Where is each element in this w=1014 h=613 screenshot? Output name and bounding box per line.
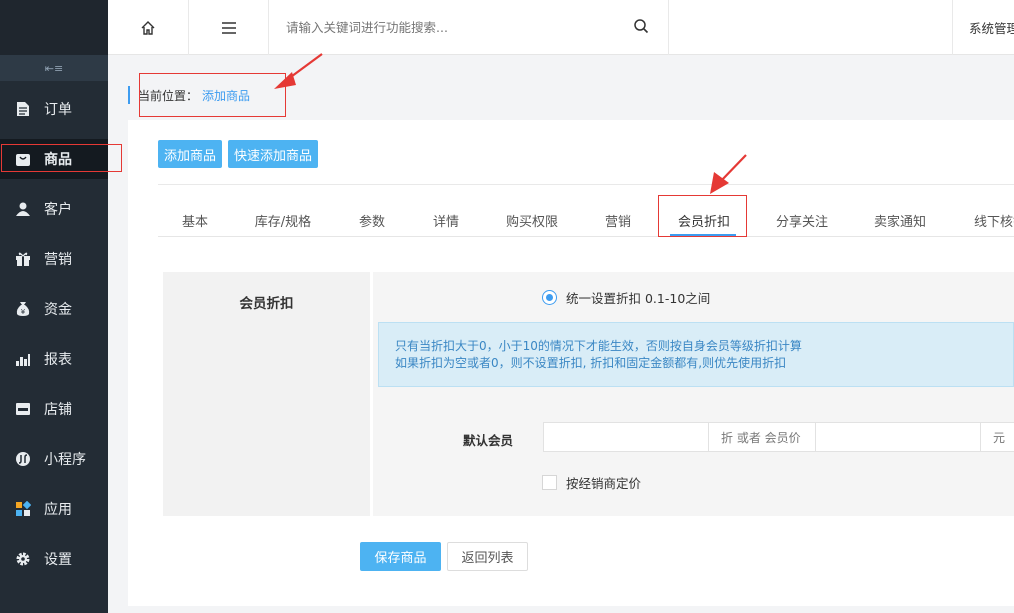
tab-basic[interactable]: 基本 [158, 204, 232, 237]
apps-icon [14, 500, 32, 518]
tab-share-follow[interactable]: 分享关注 [762, 204, 842, 237]
home-button[interactable] [108, 0, 189, 55]
tab-seller-notification[interactable]: 卖家通知 [860, 204, 940, 237]
annotation-arrow-icon [710, 154, 747, 194]
sidebar-item-label: 设置 [44, 552, 72, 568]
search-input[interactable] [286, 0, 666, 54]
info-notice: 只有当折扣大于0，小于10的情况下才能生效，否则按自身会员等级折扣计算 如果折扣… [378, 322, 1014, 387]
sidebar-item-label: 资金 [44, 302, 72, 318]
search-icon[interactable] [633, 18, 649, 38]
sidebar-item-store[interactable]: 店铺 [0, 389, 108, 429]
sidebar-item-reports[interactable]: 报表 [0, 339, 108, 379]
money-bag-icon: ¥ [14, 300, 32, 318]
default-member-label: 默认会员 [463, 433, 514, 448]
gift-icon [14, 250, 32, 268]
sidebar-item-funds[interactable]: ¥ 资金 [0, 289, 108, 329]
annotation-box-goods [1, 144, 122, 172]
gear-icon [14, 550, 32, 568]
annotation-box-breadcrumb [139, 73, 286, 117]
tab-marketing[interactable]: 营销 [584, 204, 652, 237]
menu-toggle-button[interactable] [189, 0, 269, 55]
sidebar-collapse-icon[interactable]: ⇤≡ [0, 55, 108, 81]
store-icon [14, 400, 32, 418]
annotation-box-tab [658, 195, 747, 237]
mini-program-icon [14, 450, 32, 468]
info-line: 如果折扣为空或者0，则不设置折扣, 折扣和固定金额都有,则优先使用折扣 [395, 356, 787, 370]
tab-purchase-permission[interactable]: 购买权限 [492, 204, 572, 237]
sidebar: ⇤≡ 订单 商品 客户 营销 ¥ 资金 报表 店铺 小程序 应用 设置 [0, 0, 108, 613]
sidebar-item-customers[interactable]: 客户 [0, 189, 108, 229]
unified-discount-radio[interactable]: 统一设置折扣 0.1-10之间 [542, 288, 710, 307]
add-goods-button[interactable]: 添加商品 [158, 140, 222, 168]
back-to-list-button[interactable]: 返回列表 [447, 542, 528, 571]
sidebar-item-settings[interactable]: 设置 [0, 539, 108, 579]
tab-offline-verification[interactable]: 线下核销 [958, 204, 1014, 237]
sidebar-item-apps[interactable]: 应用 [0, 489, 108, 529]
sidebar-item-orders[interactable]: 订单 [0, 89, 108, 129]
sidebar-item-label: 应用 [44, 502, 72, 518]
sidebar-item-label: 报表 [44, 352, 72, 368]
sidebar-item-label: 小程序 [44, 452, 86, 468]
annotation-arrow-icon [274, 53, 323, 89]
radio-checked-icon [542, 290, 557, 305]
sidebar-item-label: 店铺 [44, 402, 72, 418]
quick-add-goods-button[interactable]: 快速添加商品 [228, 140, 318, 168]
tab-details[interactable]: 详情 [412, 204, 480, 237]
discount-input[interactable] [543, 422, 709, 452]
customer-icon [14, 200, 32, 218]
sidebar-item-mini-program[interactable]: 小程序 [0, 439, 108, 479]
form-label-column: 会员折扣 [163, 272, 370, 516]
sidebar-item-label: 订单 [44, 102, 72, 118]
sidebar-item-label: 营销 [44, 252, 72, 268]
divider [158, 184, 1014, 185]
bar-chart-icon [14, 350, 32, 368]
order-icon [14, 100, 32, 118]
content-panel: 添加商品 快速添加商品 基本 库存/规格 参数 详情 购买权限 营销 会员折扣 … [128, 120, 1014, 606]
section-title: 会员折扣 [239, 296, 294, 312]
sidebar-item-label: 客户 [44, 202, 72, 218]
member-price-input[interactable] [815, 422, 981, 452]
dealer-pricing-checkbox[interactable]: 按经销商定价 [542, 473, 641, 492]
tab-bar: 基本 库存/规格 参数 详情 购买权限 营销 会员折扣 分享关注 卖家通知 线下… [158, 204, 1014, 237]
price-unit-addon: 元 [980, 422, 1014, 452]
system-admin-link[interactable]: 系统管理 [952, 0, 1014, 55]
hamburger-icon [221, 21, 236, 34]
info-line: 只有当折扣大于0，小于10的情况下才能生效，否则按自身会员等级折扣计算 [395, 339, 802, 353]
svg-text:¥: ¥ [21, 308, 26, 316]
checkbox-label: 按经销商定价 [566, 476, 642, 491]
sidebar-logo-area [0, 0, 108, 55]
save-goods-button[interactable]: 保存商品 [360, 542, 441, 571]
form-content: 统一设置折扣 0.1-10之间 只有当折扣大于0，小于10的情况下才能生效，否则… [373, 272, 1014, 516]
top-header: 系统管理 [108, 0, 1014, 55]
search-divider [668, 0, 669, 55]
sidebar-item-marketing[interactable]: 营销 [0, 239, 108, 279]
checkbox-box [542, 475, 557, 490]
radio-label: 统一设置折扣 0.1-10之间 [566, 291, 711, 306]
home-icon [141, 20, 155, 35]
tab-params[interactable]: 参数 [338, 204, 406, 237]
discount-addon: 折 或者 会员价 [708, 422, 816, 452]
tab-stock-spec[interactable]: 库存/规格 [243, 204, 323, 237]
